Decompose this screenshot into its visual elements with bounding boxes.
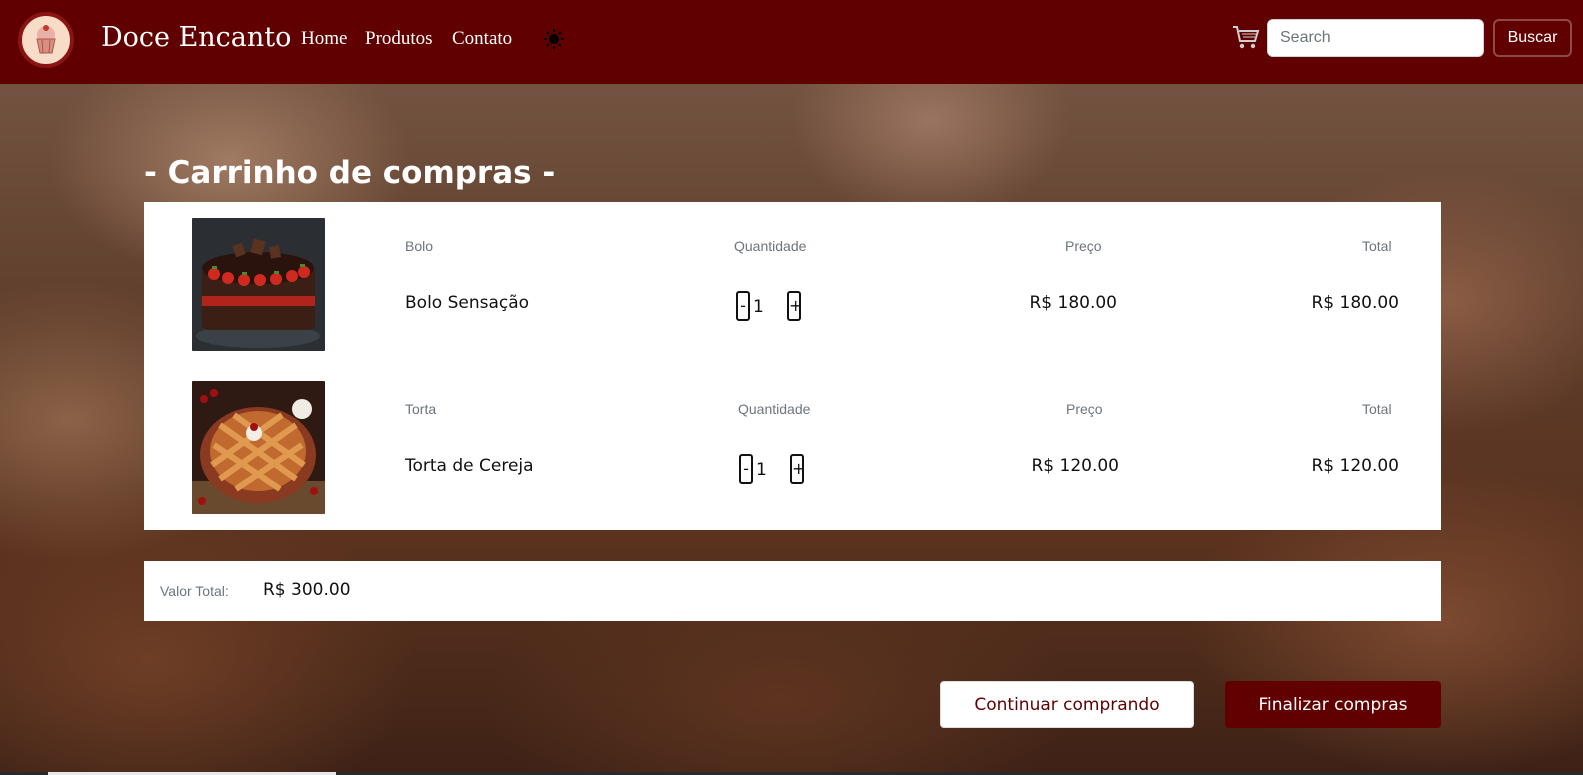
price-label: Preço [1065,238,1102,254]
cart-summary: Valor Total: R$ 300.00 [144,561,1441,621]
quantity-label: Quantidade [734,238,807,254]
nav-link-produtos[interactable]: Produtos [365,28,433,50]
total-value-label: Valor Total: [160,583,229,599]
search-input[interactable] [1267,19,1484,57]
logo-cupcake-icon[interactable] [18,12,74,68]
nav-link-contato[interactable]: Contato [452,28,512,50]
chocolate-cake-image [192,218,325,351]
quantity-value: 1 [756,460,767,480]
navbar: Doce Encanto Home Produtos Contato Busca… [0,0,1583,84]
page-title: - Carrinho de compras - [144,155,556,191]
cherry-pie-image [192,381,325,514]
quantity-increase-button[interactable]: + [787,291,802,321]
search-button[interactable]: Buscar [1493,19,1572,57]
cart-item: Bolo Quantidade Preço Total Bolo Sensaçã… [144,202,1441,351]
item-total: R$ 180.00 [1311,293,1399,313]
quantity-label: Quantidade [738,401,811,417]
shopping-cart-icon[interactable] [1232,24,1260,50]
total-value: R$ 300.00 [263,580,351,600]
continue-shopping-button[interactable]: Continuar comprando [940,681,1194,728]
cart-item: Torta Quantidade Preço Total Torta de Ce… [144,365,1441,514]
quantity-decrease-button[interactable]: - [736,291,750,321]
item-category: Bolo [405,238,434,254]
quantity-value: 1 [753,297,764,317]
brand-name[interactable]: Doce Encanto [101,22,291,53]
item-total: R$ 120.00 [1311,456,1399,476]
nav-link-home[interactable]: Home [301,28,347,50]
item-category: Torta [405,401,437,417]
item-name: Bolo Sensação [405,293,530,313]
theme-toggle-icon[interactable] [543,28,565,50]
quantity-decrease-button[interactable]: - [739,454,753,484]
finish-purchase-button[interactable]: Finalizar compras [1225,681,1441,728]
quantity-increase-button[interactable]: + [790,454,805,484]
cart-list: Bolo Quantidade Preço Total Bolo Sensaçã… [144,202,1441,530]
price-label: Preço [1066,401,1103,417]
item-price: R$ 120.00 [1031,456,1119,476]
total-label: Total [1362,238,1392,254]
item-price: R$ 180.00 [1029,293,1117,313]
item-name: Torta de Cereja [405,456,534,476]
total-label: Total [1362,401,1392,417]
